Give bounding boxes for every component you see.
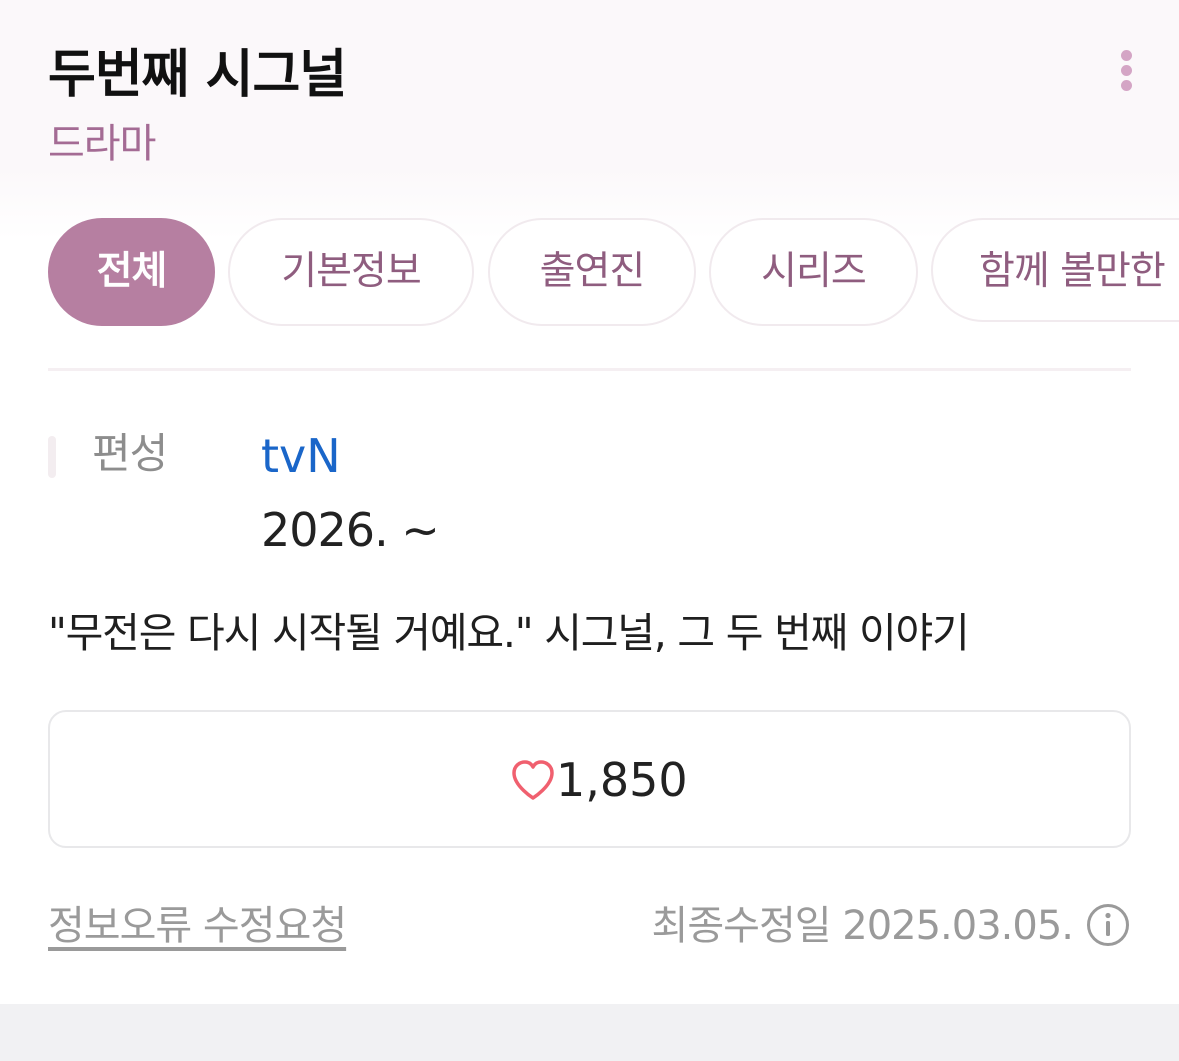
more-vertical-icon-dot (1121, 80, 1132, 91)
genre-label: 드라마 (48, 121, 156, 167)
tab-series[interactable]: 시리즈 (709, 218, 918, 326)
last-updated-date: 최종수정일 2025.03.05. (651, 903, 1074, 949)
like-count: 1,850 (556, 753, 688, 807)
more-options-button[interactable] (1110, 46, 1144, 94)
info-accent-bar (48, 436, 56, 478)
heart-outline-icon (512, 760, 554, 800)
tagline: "무전은 다시 시작될 거예요." 시그널, 그 두 번째 이야기 (48, 609, 970, 657)
more-vertical-icon-dot (1121, 65, 1132, 76)
tab-bar: 전체 기본정보 출연진 시리즈 함께 볼만한 (48, 218, 1179, 326)
like-button[interactable]: 1,850 (48, 710, 1131, 848)
info-circle-icon[interactable] (1086, 903, 1130, 947)
page-title: 두번째 시그널 (48, 45, 347, 105)
section-divider (48, 368, 1131, 371)
header-background (0, 0, 1179, 240)
broadcast-label: 편성 (92, 429, 168, 478)
section-separator (0, 1004, 1179, 1061)
tab-recommended[interactable]: 함께 볼만한 (931, 218, 1179, 322)
report-error-link[interactable]: 정보오류 수정요청 (48, 896, 347, 956)
tab-cast[interactable]: 출연진 (488, 218, 696, 326)
tab-basic-info[interactable]: 기본정보 (228, 218, 474, 326)
tab-all[interactable]: 전체 (48, 218, 215, 326)
channel-link[interactable]: tvN (261, 426, 341, 486)
more-vertical-icon-dot (1121, 50, 1132, 61)
air-date: 2026. ~ (261, 503, 440, 557)
